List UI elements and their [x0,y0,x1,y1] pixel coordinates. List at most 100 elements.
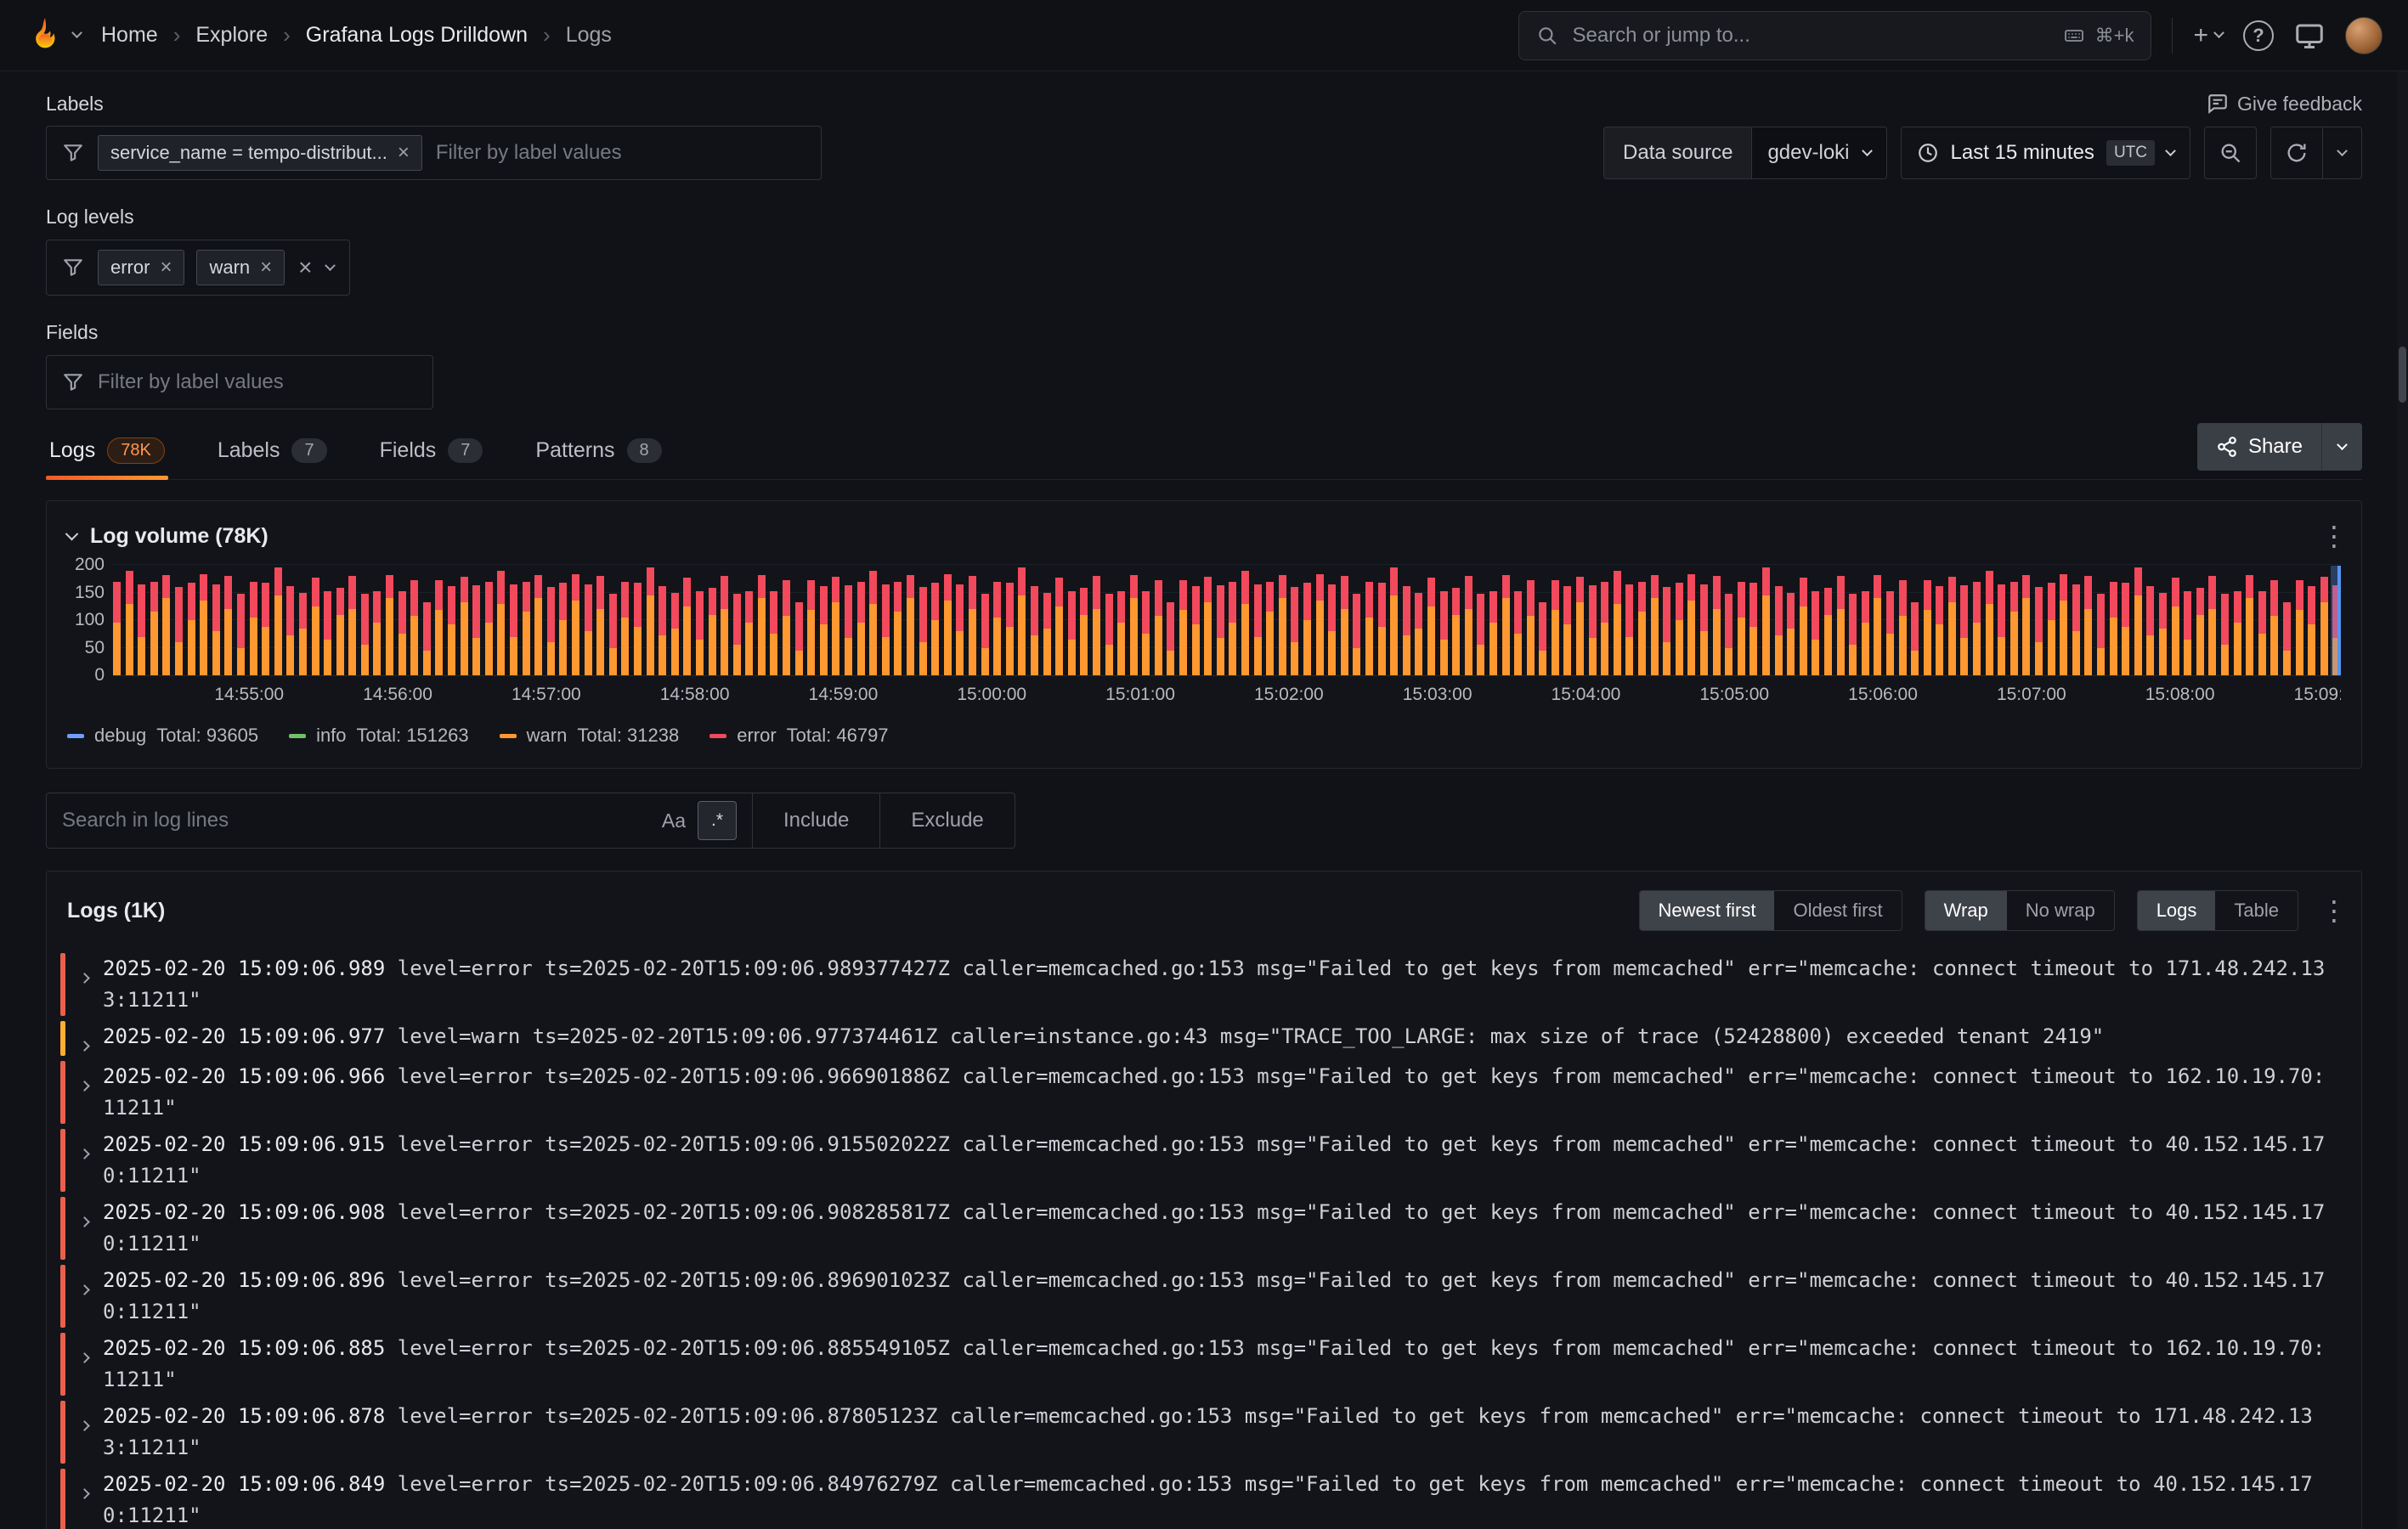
volume-bar[interactable] [2308,586,2315,675]
view-option-table[interactable]: Table [2215,891,2298,930]
volume-bar[interactable] [2234,591,2241,675]
clear-levels-icon[interactable]: × [298,256,312,279]
log-row[interactable]: 2025-02-20 15:09:06.878 level=error ts=2… [60,1401,2348,1464]
volume-bar[interactable] [1924,580,1931,675]
volume-bar[interactable] [647,567,654,675]
volume-bar[interactable] [2221,594,2229,675]
volume-bar[interactable] [2258,591,2266,675]
volume-bar[interactable] [2035,587,2043,675]
grafana-logo[interactable] [25,16,81,55]
volume-bar[interactable] [1378,583,1386,675]
volume-bar[interactable] [2048,583,2055,675]
volume-bar[interactable] [2196,588,2204,675]
volume-bar[interactable] [969,576,976,675]
volume-bar[interactable] [2060,574,2067,675]
volume-bar[interactable] [1279,575,1286,675]
volume-bar[interactable] [348,576,356,675]
volume-bar[interactable] [126,571,133,676]
volume-bar[interactable] [1341,576,1348,675]
volume-bar[interactable] [1837,576,1845,675]
volume-bar[interactable] [1130,575,1138,675]
volume-bar[interactable] [907,575,914,675]
volume-bar[interactable] [1465,576,1472,675]
volume-bar[interactable] [1849,594,1857,675]
volume-bar[interactable] [1936,586,1943,675]
log-line-search-field[interactable]: Aa .* [46,793,753,849]
volume-bar[interactable] [1080,588,1088,675]
volume-bar[interactable] [1502,575,1510,675]
global-search[interactable]: ⌘+k [1518,11,2151,60]
volume-bar[interactable] [435,580,443,675]
volume-bar[interactable] [1874,575,1881,675]
volume-bar[interactable] [262,583,269,675]
volume-bar[interactable] [1651,575,1659,675]
breadcrumb-item-explore[interactable]: Explore [195,23,268,48]
volume-bar[interactable] [1973,582,1981,676]
volume-bar[interactable] [237,594,245,675]
volume-bar[interactable] [956,584,964,675]
volume-bar[interactable] [2270,580,2278,675]
volume-bar[interactable] [1886,591,1894,675]
volume-bar[interactable] [299,593,307,676]
volume-bar[interactable] [1353,594,1360,675]
scrollbar-thumb[interactable] [2399,347,2406,403]
volume-bar[interactable] [510,584,517,675]
volume-bar[interactable] [1452,588,1460,675]
search-input[interactable] [1572,24,2047,48]
log-row[interactable]: 2025-02-20 15:09:06.915 level=error ts=2… [60,1129,2348,1192]
expand-row-button[interactable] [77,953,103,1016]
volume-bar[interactable] [113,582,121,676]
volume-bar[interactable] [1229,582,1236,676]
volume-bar[interactable] [758,575,766,675]
regex-toggle[interactable]: .* [698,801,737,840]
volume-bar[interactable] [1217,585,1224,675]
expand-row-button[interactable] [77,1333,103,1396]
log-row[interactable]: 2025-02-20 15:09:06.849 level=error ts=2… [60,1469,2348,1529]
volume-bar[interactable] [733,594,741,675]
log-row[interactable]: 2025-02-20 15:09:06.885 level=error ts=2… [60,1333,2348,1396]
volume-bar[interactable] [1117,591,1125,675]
volume-bar[interactable] [1390,567,1398,675]
expand-row-button[interactable] [77,1197,103,1260]
volume-bar[interactable] [770,591,777,675]
volume-bar[interactable] [1204,577,1212,675]
expand-row-button[interactable] [77,1401,103,1464]
volume-bar[interactable] [286,586,294,675]
add-new-button[interactable]: + [2193,21,2223,50]
legend-item-error[interactable]: errorTotal: 46797 [709,725,888,747]
expand-row-button[interactable] [77,1469,103,1529]
volume-bar[interactable] [1093,576,1100,675]
volume-bar[interactable] [2159,593,2167,676]
volume-bar[interactable] [1142,591,1150,675]
volume-bar[interactable] [534,575,542,675]
volume-bar[interactable] [150,582,158,676]
volume-bar[interactable] [1787,593,1795,676]
volume-bar[interactable] [523,582,530,676]
log-row[interactable]: 2025-02-20 15:09:06.966 level=error ts=2… [60,1061,2348,1124]
volume-bar[interactable] [224,576,232,675]
logs-panel-menu-icon[interactable]: ⋮ [2320,894,2341,927]
volume-bar[interactable] [410,580,418,675]
volume-bar[interactable] [1328,584,1336,675]
fields-filter-field[interactable] [46,355,433,409]
volume-bar[interactable] [1055,578,1063,675]
volume-bar[interactable] [1986,571,1993,676]
volume-bar[interactable] [2072,584,2080,675]
volume-bar[interactable] [783,580,790,675]
volume-bar[interactable] [1031,586,1038,675]
volume-bar[interactable] [745,591,753,675]
volume-bar[interactable] [1316,574,1324,675]
expand-row-button[interactable] [77,1021,103,1056]
volume-bar[interactable] [1713,576,1721,675]
chart-plot-area[interactable] [113,566,2341,676]
volume-bar[interactable] [324,591,331,675]
volume-bar[interactable] [981,594,989,675]
log-line-search-input[interactable] [62,809,650,832]
volume-bar[interactable] [634,583,642,675]
volume-bar[interactable] [919,587,927,675]
give-feedback-link[interactable]: Give feedback [2207,93,2362,116]
breadcrumb-item-home[interactable]: Home [101,23,158,48]
volume-bar[interactable] [1018,567,1026,675]
volume-bar[interactable] [869,571,877,676]
log-row[interactable]: 2025-02-20 15:09:06.977 level=warn ts=20… [60,1021,2348,1056]
